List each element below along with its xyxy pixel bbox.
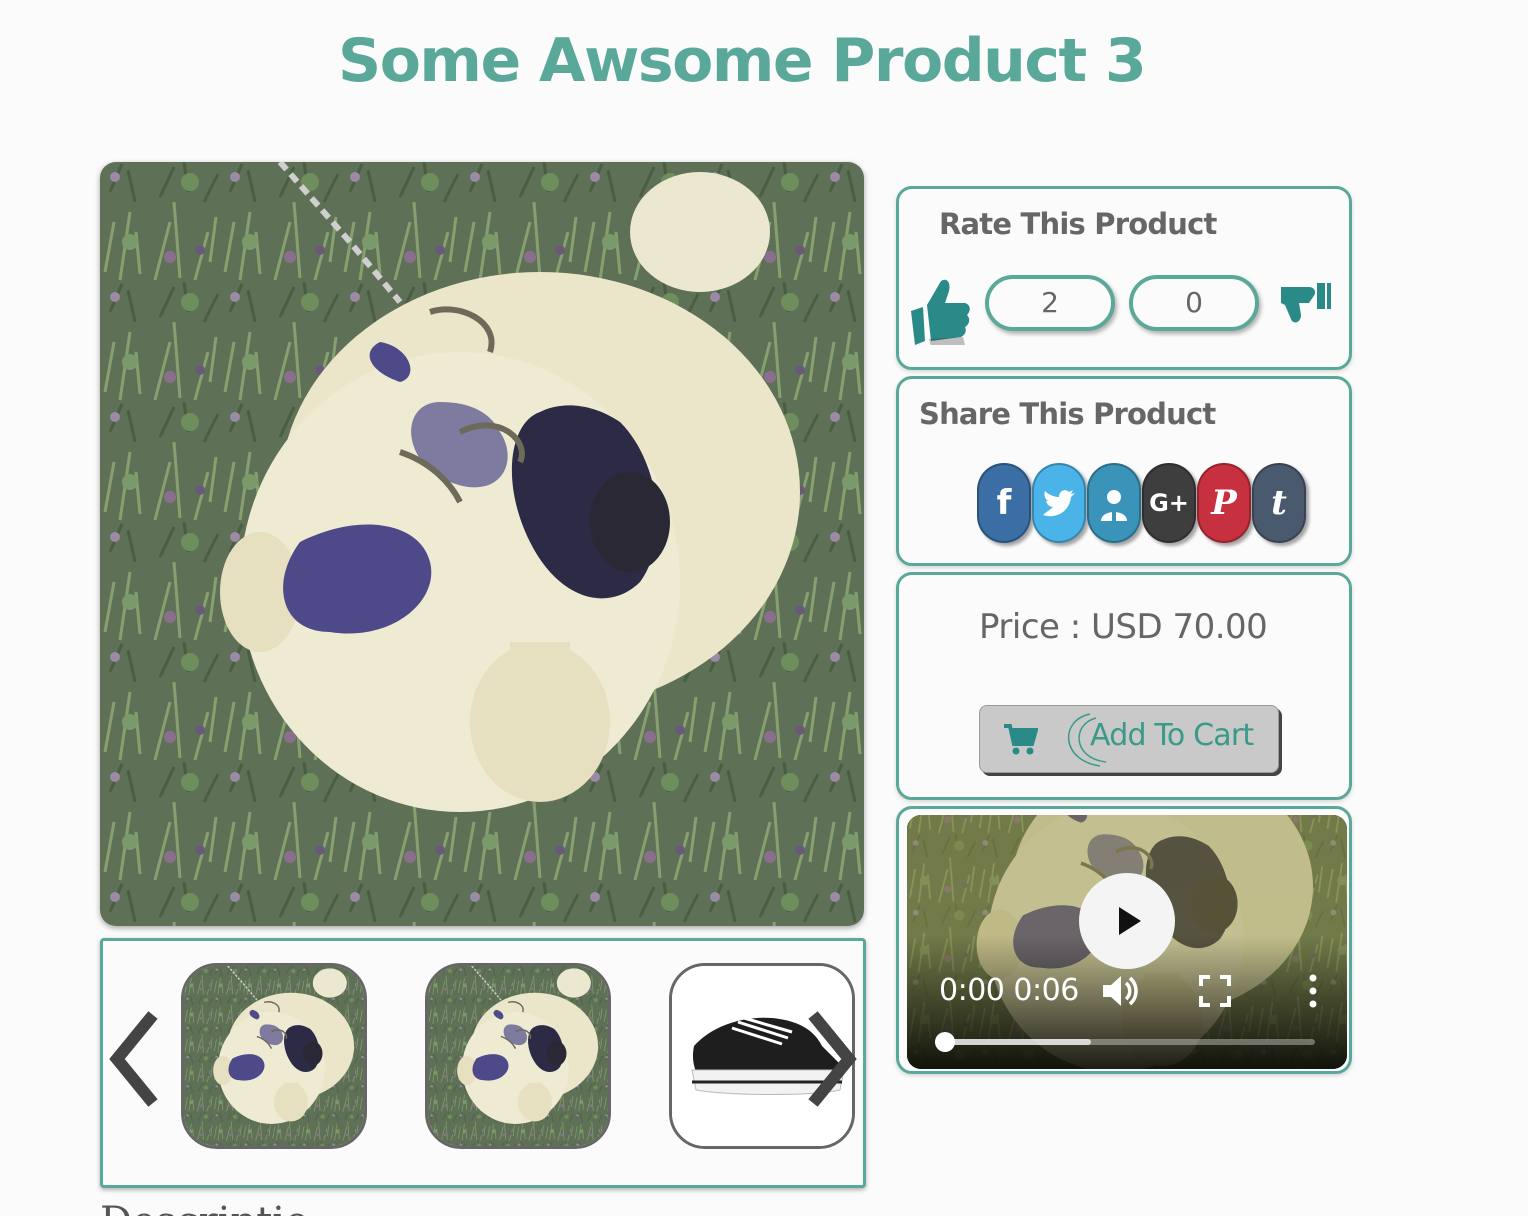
twitter-icon[interactable]: [1032, 463, 1086, 543]
thumbnail-carousel: [100, 938, 866, 1188]
chevron-right-icon[interactable]: [803, 1009, 859, 1114]
tumblr-icon[interactable]: t: [1252, 463, 1306, 543]
current-time: 0:00: [939, 973, 1005, 1008]
volume-icon[interactable]: [1101, 973, 1141, 1009]
likes-count: 2: [985, 275, 1115, 331]
rate-panel: Rate This Product 2 0: [896, 186, 1352, 370]
description-heading-peek: Description: [100, 1200, 310, 1216]
video-player[interactable]: 0:00 0:06: [907, 815, 1347, 1069]
share-panel: Share This Product f G+ P t: [896, 376, 1352, 566]
progress-buffered: [941, 1039, 1091, 1045]
price-panel: Price : USD 70.00 Add To Cart: [896, 572, 1352, 800]
progress-track[interactable]: [935, 1032, 1315, 1052]
add-to-cart-label: Add To Cart: [1090, 718, 1254, 753]
thumbnail-pug-2[interactable]: [425, 963, 611, 1149]
description-heading: Description: [100, 1202, 310, 1216]
price-text: Price : USD 70.00: [979, 607, 1268, 647]
shopping-cart-icon: [1004, 724, 1038, 755]
video-time: 0:00 0:06: [939, 973, 1079, 1008]
share-buttons: f G+ P t: [977, 463, 1307, 547]
thumbs-up-icon[interactable]: [907, 275, 973, 350]
rate-title: Rate This Product: [939, 207, 1217, 241]
duration: 0:06: [1013, 973, 1079, 1008]
video-panel: 0:00 0:06: [896, 806, 1352, 1074]
page-title: Some Awsome Product 3: [338, 26, 1147, 96]
facebook-icon[interactable]: f: [977, 463, 1031, 543]
pinterest-icon[interactable]: P: [1197, 463, 1251, 543]
more-vert-icon[interactable]: [1307, 973, 1319, 1009]
product-main-image: [100, 162, 864, 926]
fullscreen-icon[interactable]: [1199, 975, 1231, 1007]
linkedin-icon[interactable]: [1087, 463, 1141, 543]
google-plus-icon[interactable]: G+: [1142, 463, 1196, 543]
progress-thumb[interactable]: [935, 1032, 955, 1052]
play-icon[interactable]: [1079, 873, 1175, 969]
dislikes-count: 0: [1129, 275, 1259, 331]
add-to-cart-button[interactable]: Add To Cart: [979, 705, 1279, 773]
chevron-left-icon[interactable]: [107, 1009, 163, 1114]
thumbnail-pug-1[interactable]: [181, 963, 367, 1149]
thumbs-down-icon[interactable]: [1279, 279, 1335, 340]
share-title: Share This Product: [919, 397, 1216, 431]
